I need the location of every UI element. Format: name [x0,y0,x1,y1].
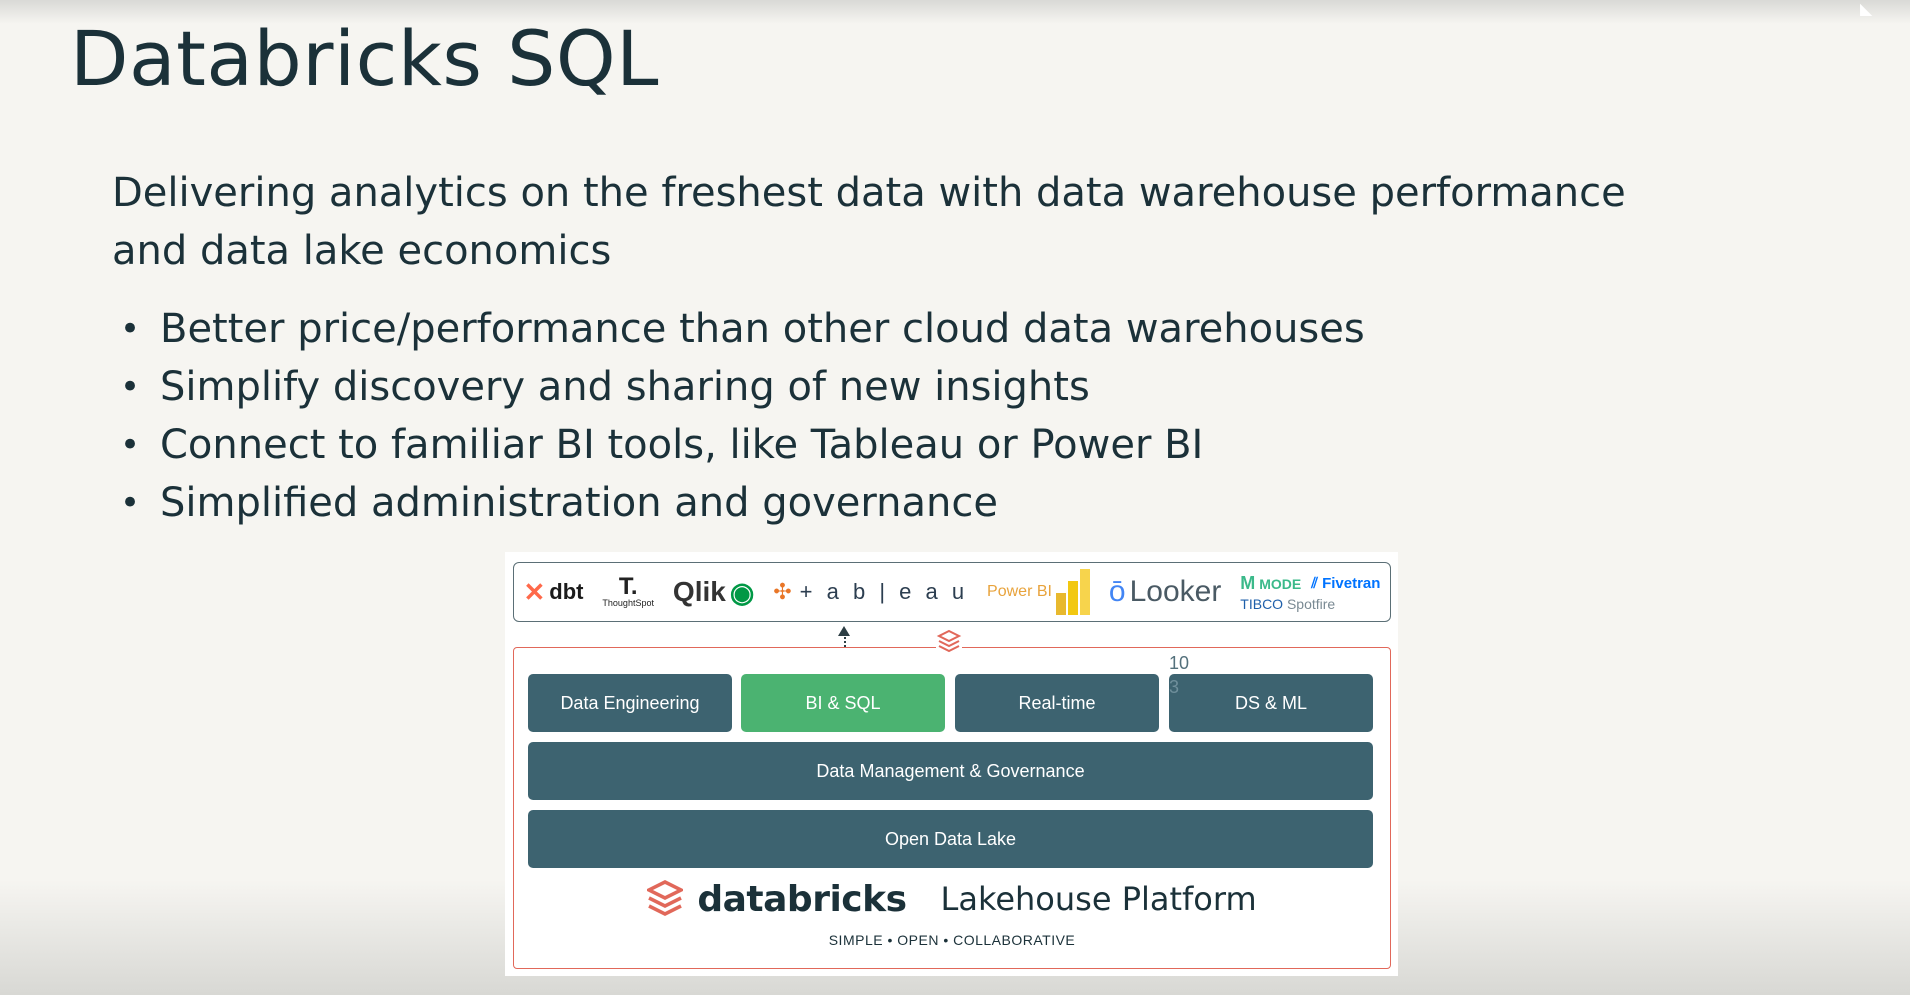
qlik-label: Qlik [672,576,726,607]
fivetran-logo: ⫽ Fivetran [1311,575,1380,592]
governance-layer: Data Management & Governance [528,742,1373,800]
lakehouse-platform-box: Data Engineering BI & SQL Real-time DS &… [513,647,1391,969]
bullet-text: Better price/performance than other clou… [160,306,1365,352]
bullet-item: • Better price/performance than other clo… [112,300,1365,358]
bullet-list: • Better price/performance than other clo… [112,300,1365,532]
thoughtspot-label: ThoughtSpot [602,598,654,608]
looker-label: Looker [1129,575,1222,608]
databricks-cube-icon [936,628,962,656]
bullet-dot: • [120,367,141,407]
stray-digits: 10 3 [1169,651,1189,699]
thoughtspot-mark: T. [618,573,638,600]
thoughtspot-logo: T. ThoughtSpot [602,573,654,609]
workload-real-time: Real-time [955,674,1159,732]
fivetran-icon: ⫽ [1311,574,1318,592]
fivetran-label: Fivetran [1322,574,1381,592]
bullet-item: • Connect to familiar BI tools, like Tabl… [112,416,1365,474]
tableau-label: + a b | e a u [799,579,969,604]
stray-digit-bottom: 3 [1169,677,1180,697]
powerbi-bars-icon [1055,569,1090,615]
platform-name: Lakehouse Platform [940,880,1257,918]
slide-subtitle: Delivering analytics on the freshest dat… [112,170,1626,274]
brand-row: databricks Lakehouse Platform [514,874,1390,924]
tableau-logo: ✣ + a b | e a u [773,579,968,605]
mode-label: MODE [1259,575,1302,592]
tableau-cross-icon: ✣ [773,579,796,604]
looker-logo: ō Looker [1109,575,1221,609]
dbt-x-icon: ✕ [523,576,546,607]
workload-bi-sql: BI & SQL [741,674,945,732]
mode-logo: M MODE [1240,573,1301,594]
spotfire-label: Spotfire [1286,595,1336,612]
workload-ds-ml: DS & ML [1169,674,1373,732]
qlik-q-icon: ◉ [729,576,755,608]
tibco-label: TIBCO [1240,595,1284,612]
mode-tibco-logos: M MODE ⫽ Fivetran TIBCO Spotfire [1240,573,1380,612]
bullet-item: • Simplify discovery and sharing of new i… [112,358,1365,416]
bullet-text: Connect to familiar BI tools, like Table… [160,422,1204,468]
bullet-text: Simplify discovery and sharing of new in… [160,364,1090,410]
bullet-dot: • [120,483,141,523]
stray-digit-top: 10 [1169,653,1190,673]
dbt-logo: ✕ dbt [523,577,583,608]
powerbi-logo: Power BI [987,569,1090,615]
looker-mark-icon: ō [1108,575,1126,608]
bullet-dot: • [120,309,141,349]
lakehouse-diagram: ✕ dbt T. ThoughtSpot Qlik ◉ ✣ + a b | e … [505,552,1398,976]
workload-data-engineering: Data Engineering [528,674,732,732]
slide-title: Databricks SQL [70,14,660,103]
dbt-label: dbt [549,579,584,604]
bullet-text: Simplified administration and governance [160,480,998,526]
open-data-lake-layer: Open Data Lake [528,810,1373,868]
platform-tagline: SIMPLE • OPEN • COLLABORATIVE [828,932,1076,948]
bi-tools-logo-bar: ✕ dbt T. ThoughtSpot Qlik ◉ ✣ + a b | e … [513,562,1391,622]
mode-m-icon: M [1240,572,1256,593]
bullet-dot: • [120,425,141,465]
tibco-spotfire-logo: TIBCO Spotfire [1240,596,1335,612]
corner-cursor-icon: ◣ [1860,1,1873,18]
qlik-logo: Qlik ◉ [673,576,754,609]
powerbi-label: Power BI [987,583,1052,600]
bullet-item: • Simplified administration and governanc… [112,474,1365,532]
brand-name: databricks [697,878,907,920]
databricks-logo-icon [647,880,684,916]
